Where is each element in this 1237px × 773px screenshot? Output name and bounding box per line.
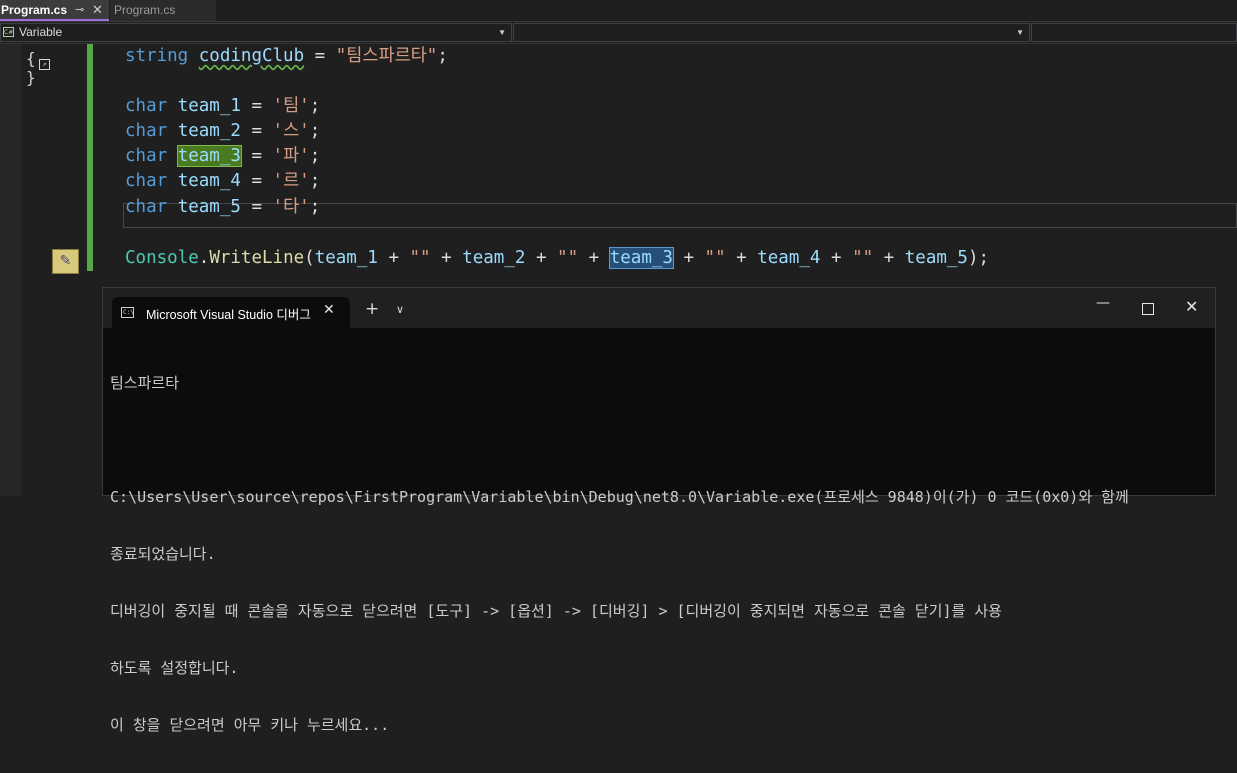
minimize-icon[interactable]: — [1096,296,1110,310]
keyword: char [125,121,168,141]
argument-selected: team_3 [608,247,674,269]
project-combo-label: Variable [19,25,63,39]
semicolon: ; [309,171,321,191]
maximize-icon[interactable] [1142,303,1154,315]
keyword: string [125,46,189,66]
code-line-char[interactable]: char team_3 = '파'; [125,144,320,168]
char-literal: '팀' [272,96,310,116]
console-tab-title: Microsoft Visual Studio 디버그 [146,308,311,322]
keyword: char [125,171,168,191]
code-line-writeline[interactable]: Console.WriteLine(team_1 + "" + team_2 +… [125,246,989,270]
navigation-bar: C# Variable ▼ ▼ [0,22,1237,44]
output-line: 이 창을 닫으려면 아무 키나 누르세요... [110,716,390,734]
console-output: 팀스파르타 C:\Users\User\source\repos\FirstPr… [110,336,1210,773]
operator: = [240,197,273,217]
class-name: Console [125,248,199,268]
output-line: 하도록 설정합니다. [110,659,239,677]
semicolon: ; [309,146,321,166]
close-window-icon[interactable]: ✕ [1185,299,1198,315]
code-line-string[interactable]: string codingClub = "팀스파르타"; [125,44,448,68]
new-tab-icon[interactable]: + [365,301,379,318]
output-line: C:\Users\User\source\repos\FirstProgram\… [110,488,1129,506]
document-tab-strip: Program.cs ⊸ ✕ Program.cs [0,0,1237,22]
char-literal: '스' [272,121,310,141]
operator: = [240,121,273,141]
console-titlebar[interactable]: C:\ Microsoft Visual Studio 디버그 ✕ + ∨ — … [103,288,1215,328]
semicolon: ; [309,121,321,141]
chevron-down-icon[interactable]: ∨ [396,303,404,316]
tab-program-cs-active[interactable]: Program.cs ⊸ ✕ [0,0,109,21]
output-line: 종료되었습니다. [110,545,216,563]
console-icon: C:\ [121,307,134,318]
code-line-char[interactable]: char team_2 = '스'; [125,119,320,143]
code-line-char[interactable]: char team_4 = '르'; [125,169,320,193]
method-name: WriteLine [209,248,305,268]
chevron-down-icon: ▼ [1016,28,1024,37]
argument: team_2 [462,248,526,268]
char-literal: '르' [272,171,310,191]
operator: + [525,248,558,268]
operator: + [377,248,410,268]
output-line: 디버깅이 중지될 때 콘솔을 자동으로 닫으려면 [도구] -> [옵션] ->… [110,602,1002,620]
dot: . [198,248,210,268]
type-combo[interactable]: ▼ [513,23,1030,42]
operator: = [240,146,273,166]
keyword: char [125,197,168,217]
argument: team_1 [314,248,378,268]
change-tracking-bar [87,44,93,271]
csharp-project-icon: C# [3,27,14,37]
variable-name: team_1 [177,96,241,116]
variable-name: codingClub [198,46,305,66]
string-literal: "팀스파르타" [335,46,438,66]
operator: = [304,46,336,66]
operator: + [430,248,463,268]
code-line-char[interactable]: char team_1 = '팀'; [125,94,320,118]
string-literal: "" [852,248,874,268]
paren-close: ); [967,248,990,268]
tab-program-cs-preview[interactable]: Program.cs [110,0,216,21]
operator: + [725,248,758,268]
variable-name-highlighted: team_3 [176,145,242,167]
tab-label: Program.cs [1,3,68,17]
operator: = [240,96,273,116]
semicolon: ; [309,96,321,116]
tab-label: Program.cs [114,3,176,17]
operator: = [240,171,273,191]
operator: + [820,248,853,268]
variable-name: team_2 [177,121,241,141]
semicolon: ; [437,46,448,66]
char-literal: '파' [272,146,310,166]
semicolon: ; [309,197,321,217]
operator: + [578,248,610,268]
paren-open: ( [304,248,315,268]
variable-name: team_4 [177,171,241,191]
left-margin [0,44,22,496]
scope-brace-icon[interactable]: { } ↗ [26,49,52,87]
project-combo[interactable]: C# Variable ▼ [0,23,512,42]
operator: + [873,248,905,268]
member-combo[interactable] [1031,23,1237,42]
string-literal: "" [704,248,726,268]
close-icon[interactable]: ✕ [323,302,335,318]
variable-name: team_5 [177,197,241,217]
close-icon[interactable]: ✕ [92,0,103,20]
debug-console-window[interactable]: C:\ Microsoft Visual Studio 디버그 ✕ + ∨ — … [102,287,1216,734]
keyword: char [125,96,168,116]
quick-actions-icon[interactable]: ✎ [52,249,79,274]
char-literal: '타' [272,197,310,217]
output-line: 팀스파르타 [110,374,180,392]
pin-icon[interactable]: ⊸ [75,0,84,20]
string-literal: "" [409,248,431,268]
code-line-char[interactable]: char team_5 = '타'; [125,195,320,219]
operator: + [672,248,705,268]
argument: team_4 [757,248,821,268]
console-tab[interactable]: C:\ Microsoft Visual Studio 디버그 ✕ [112,297,350,328]
string-literal: "" [557,248,579,268]
chevron-down-icon: ▼ [498,28,506,37]
keyword: char [125,146,168,166]
argument: team_5 [904,248,968,268]
